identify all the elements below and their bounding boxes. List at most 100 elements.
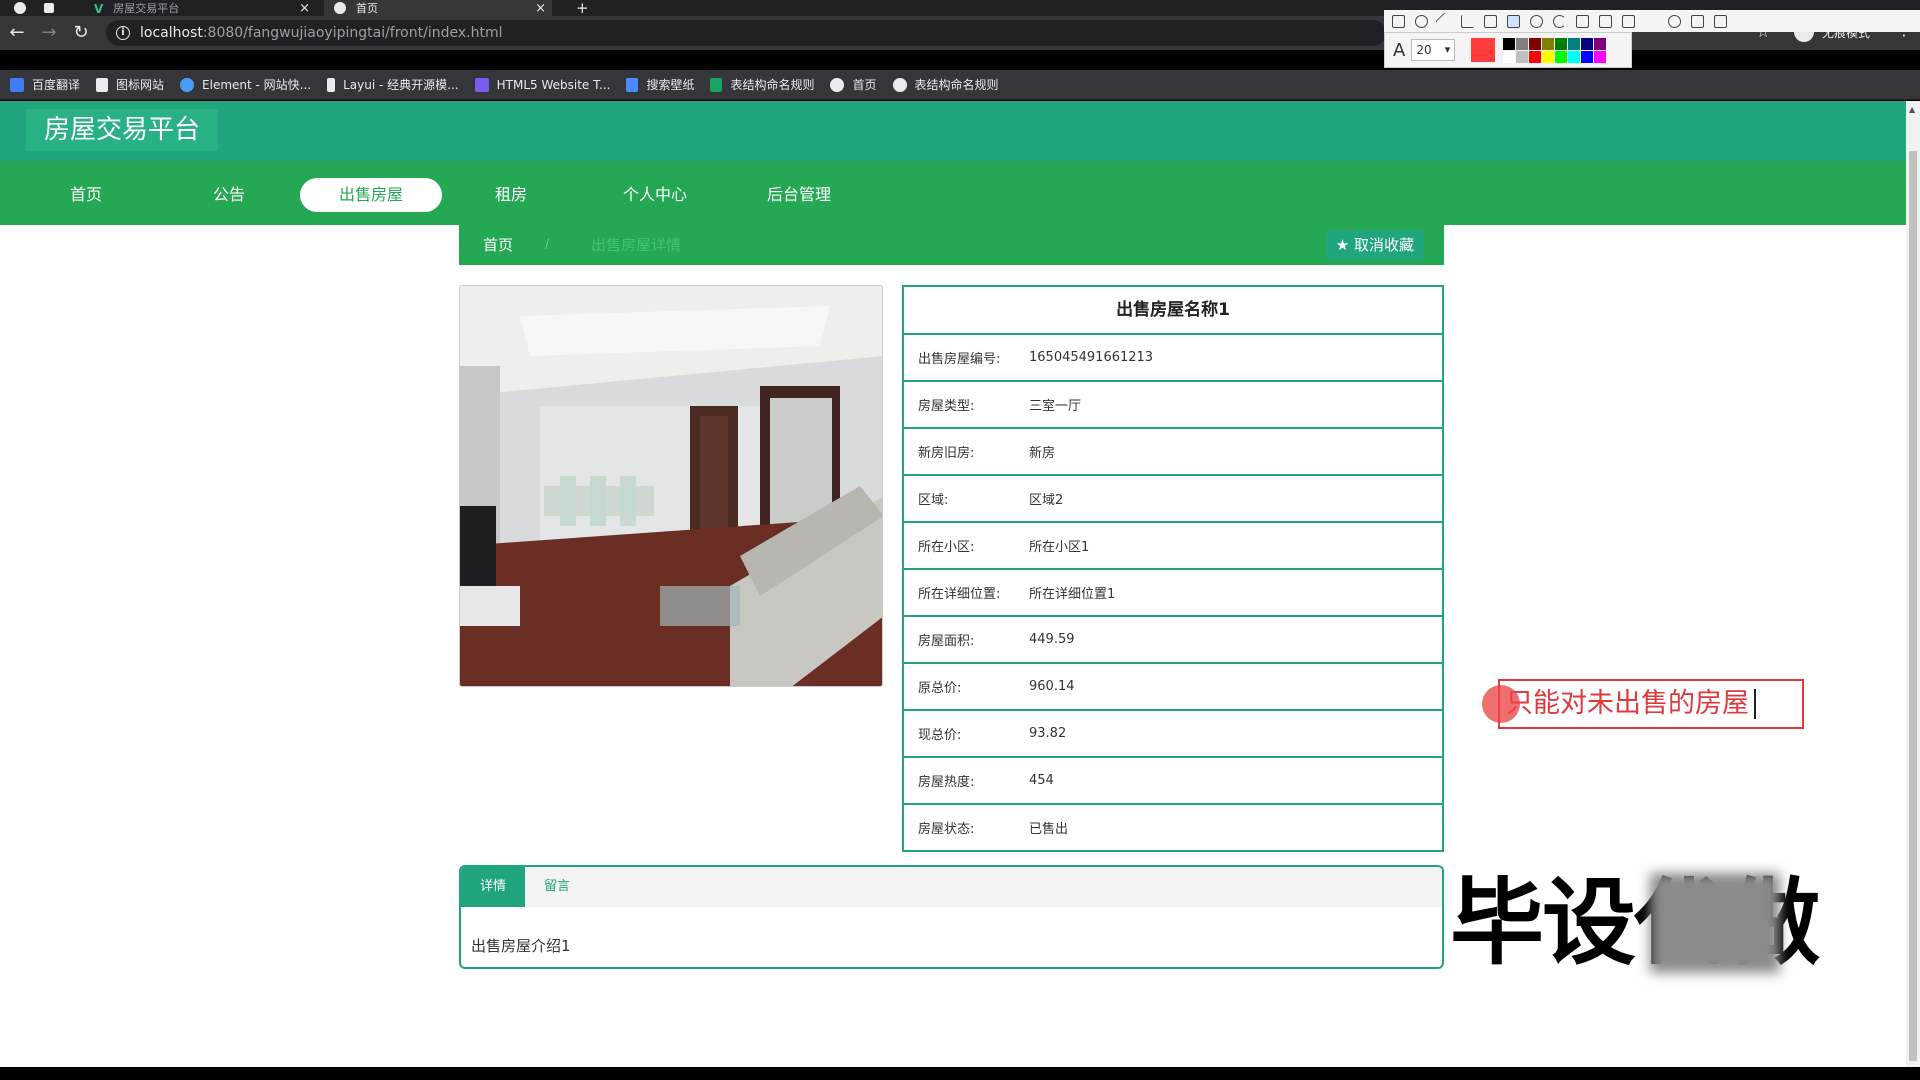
color-swatch[interactable] <box>1594 50 1607 63</box>
pen-tool-icon[interactable] <box>1461 14 1474 28</box>
color-swatch[interactable] <box>1542 50 1555 63</box>
close-icon[interactable] <box>1645 15 1658 28</box>
flag-icon <box>96 77 109 92</box>
info-row: 房屋面积: 449.59 <box>904 617 1442 664</box>
nav-rent[interactable]: 租房 <box>440 178 582 212</box>
scroll-up-icon[interactable]: ▲ <box>1909 105 1915 114</box>
color-swatch[interactable] <box>1529 50 1542 63</box>
info-value: 454 <box>1029 773 1054 788</box>
tab-messages[interactable]: 留言 <box>525 867 589 907</box>
house-info-table: 出售房屋名称1 出售房屋编号: 165045491661213 房屋类型: 三室一厅… <box>902 285 1444 852</box>
new-tab-button[interactable]: + <box>576 0 589 16</box>
close-icon[interactable]: × <box>535 1 546 16</box>
close-icon[interactable]: × <box>299 1 310 16</box>
star-icon: ★ <box>1335 236 1350 254</box>
ocr-icon[interactable] <box>1668 14 1681 28</box>
color-swatch[interactable] <box>1568 50 1581 63</box>
current-color-swatch[interactable] <box>1471 38 1496 62</box>
info-label: 房屋类型: <box>918 399 975 414</box>
breadcrumb-separator: / <box>545 237 550 252</box>
color-swatch[interactable] <box>1581 50 1594 63</box>
expand-icon[interactable] <box>1622 14 1635 28</box>
scissors-icon[interactable] <box>1576 14 1589 28</box>
tab-search-icon[interactable] <box>44 0 64 16</box>
bookmark-item[interactable]: Layui - 经典开源模... <box>327 76 459 93</box>
color-swatch[interactable] <box>1555 50 1568 63</box>
color-swatch[interactable] <box>1516 37 1529 50</box>
marker-tool-icon[interactable] <box>1484 14 1497 28</box>
color-swatch[interactable] <box>1568 37 1581 50</box>
info-row: 原总价: 960.14 <box>904 664 1442 711</box>
sheet-icon <box>710 77 723 92</box>
undo-icon[interactable] <box>1553 14 1566 28</box>
unfavorite-label: 取消收藏 <box>1353 236 1414 254</box>
browser-tab-1[interactable]: V 房屋交易平台 × <box>94 0 310 17</box>
info-row: 新房旧房: 新房 <box>904 429 1442 476</box>
back-arrow-icon[interactable]: ← <box>6 22 28 44</box>
screen-bottom-edge <box>0 1067 1920 1080</box>
bookmark-item[interactable]: HTML5 Website T... <box>474 77 610 92</box>
bookmark-item[interactable]: Element - 网站快... <box>180 76 311 93</box>
nav-admin[interactable]: 后台管理 <box>728 178 870 212</box>
bookmark-item[interactable]: 表结构命名规则 <box>892 76 999 93</box>
color-swatch[interactable] <box>1581 37 1594 50</box>
pin-icon[interactable] <box>1599 14 1612 28</box>
color-swatch[interactable] <box>1542 37 1555 50</box>
bookmark-item[interactable]: 搜索壁纸 <box>626 76 694 93</box>
nav-home[interactable]: 首页 <box>15 178 157 212</box>
info-row: 房屋类型: 三室一厅 <box>904 382 1442 429</box>
globe-icon <box>892 77 907 92</box>
browser-tab-2[interactable]: 首页 × <box>324 0 552 16</box>
color-swatch[interactable] <box>1594 37 1607 50</box>
info-icon[interactable]: i <box>116 26 130 40</box>
url-path: :8080/fangwujiaoyipingtai/front/index.ht… <box>202 25 503 41</box>
bookmarks-bar: 百度翻译 图标网站 Element - 网站快... Layui - 经典开源模… <box>0 70 1920 100</box>
address-bar[interactable]: i localhost:8080/fangwujiaoyipingtai/fro… <box>106 20 1386 46</box>
color-swatch[interactable] <box>1516 50 1529 63</box>
forward-arrow-icon[interactable]: → <box>38 22 60 44</box>
save-icon[interactable] <box>1691 14 1704 28</box>
info-value: 三室一厅 <box>1029 399 1082 414</box>
info-row: 房屋热度: 454 <box>904 758 1442 805</box>
page-scrollbar[interactable]: ▲ <box>1906 101 1920 1067</box>
info-value: 449.59 <box>1029 632 1075 647</box>
arrow-tool-icon[interactable] <box>1435 11 1454 31</box>
info-label: 房屋状态: <box>918 822 975 837</box>
nav-notice[interactable]: 公告 <box>158 178 300 212</box>
number-tool-icon[interactable] <box>1530 14 1543 28</box>
tab-detail[interactable]: 详情 <box>461 867 525 907</box>
copy-icon[interactable] <box>1714 14 1727 28</box>
info-row: 现总价: 93.82 <box>904 711 1442 758</box>
nav-personal-center[interactable]: 个人中心 <box>584 178 726 212</box>
bookmark-item[interactable]: 百度翻译 <box>10 76 80 93</box>
info-label: 现总价: <box>918 728 962 743</box>
bookmark-item[interactable]: 图标网站 <box>96 76 164 93</box>
info-label: 原总价: <box>918 681 962 696</box>
color-swatch[interactable] <box>1529 37 1542 50</box>
scrollbar-thumb[interactable] <box>1909 151 1917 1061</box>
nav-house-sale[interactable]: 出售房屋 <box>300 178 442 212</box>
breadcrumb-home[interactable]: 首页 <box>483 225 513 265</box>
bookmark-item[interactable]: 表结构命名规则 <box>710 76 814 93</box>
info-row: 房屋状态: 已售出 <box>904 805 1442 852</box>
reload-icon[interactable]: ↻ <box>70 22 92 44</box>
annotation-text-box[interactable]: 只能对未出售的房屋 <box>1498 679 1804 729</box>
color-swatch[interactable] <box>1503 37 1516 50</box>
unfavorite-button[interactable]: ★ 取消收藏 <box>1325 230 1424 260</box>
globe-icon <box>830 77 845 92</box>
text-tool-icon[interactable] <box>1507 14 1520 28</box>
color-swatch[interactable] <box>1503 50 1516 63</box>
detail-tabs: 详情 留言 出售房屋介绍1 <box>459 865 1444 969</box>
info-value: 区域2 <box>1029 493 1064 508</box>
info-label: 所在详细位置: <box>918 587 1001 602</box>
bookmark-item[interactable]: 首页 <box>830 76 877 93</box>
html5-icon <box>474 77 489 92</box>
font-size-select[interactable]: 20 <box>1411 39 1456 61</box>
ellipse-tool-icon[interactable] <box>1415 14 1428 28</box>
cancel-icon[interactable] <box>1737 15 1750 28</box>
browser-tab-1-title: 房屋交易平台 <box>113 2 180 15</box>
info-value: 165045491661213 <box>1029 350 1154 365</box>
color-swatch[interactable] <box>1555 37 1568 50</box>
confirm-icon[interactable] <box>1760 15 1773 28</box>
rectangle-tool-icon[interactable] <box>1392 14 1405 28</box>
